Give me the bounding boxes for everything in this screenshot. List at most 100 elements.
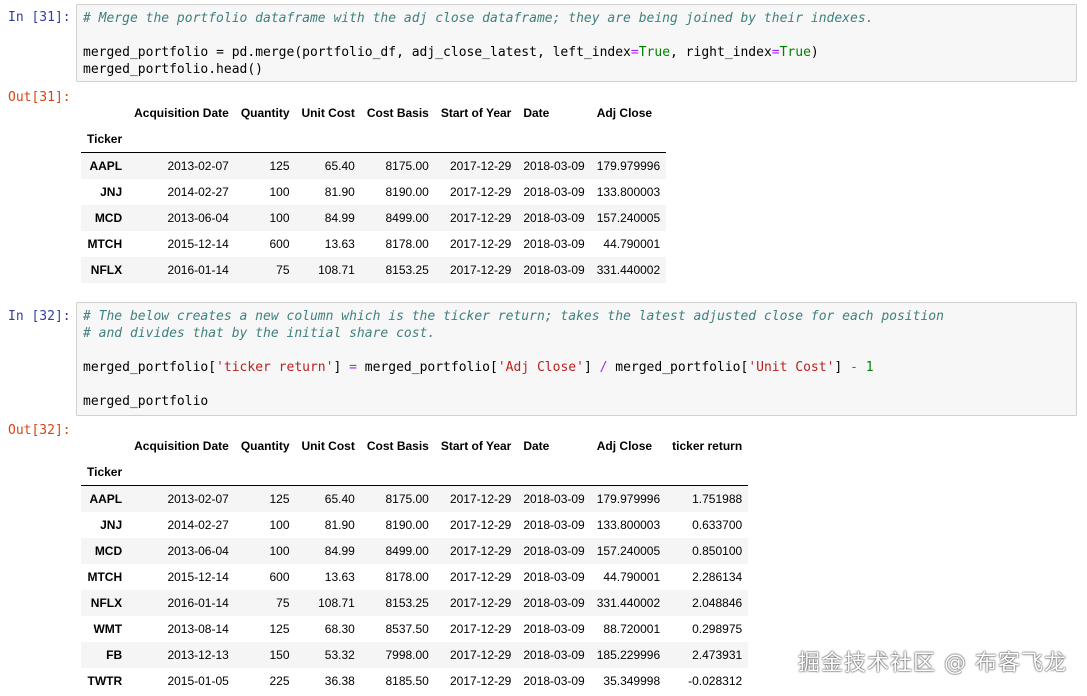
row-index-ticker: JNJ — [100, 518, 123, 532]
table-cell: 53.32 — [324, 648, 355, 662]
table-row: WMT 2013-08-14 125 68.30 8537.50 2017-12-29 20… — [81, 616, 748, 642]
table-cell: 2018-03-09 — [523, 185, 585, 199]
index-name-row: Ticker — [81, 126, 667, 153]
row-index-ticker: JNJ — [100, 185, 123, 199]
table-cell: 44.790001 — [603, 237, 661, 251]
index-name: Ticker — [81, 459, 129, 486]
table-cell: 157.240005 — [596, 211, 661, 225]
table-cell: 2.473931 — [692, 648, 743, 662]
column-header: Cost Basis — [366, 439, 429, 453]
table-cell: 2013-02-07 — [167, 492, 229, 506]
code-token: 1 — [865, 360, 874, 375]
table-row: JNJ 2014-02-27 100 81.90 8190.00 2017-12-29 20… — [81, 179, 666, 205]
table-cell: 100 — [269, 185, 290, 199]
code-line: merged_portfolio — [83, 394, 209, 409]
code-comment: # and divides that by the initial share … — [83, 326, 436, 341]
table-cell: 8153.25 — [385, 596, 429, 610]
table-row: JNJ 2014-02-27 100 81.90 8190.00 2017-12-29 20… — [81, 512, 748, 538]
column-header: Date — [523, 106, 550, 120]
table-cell: 75 — [276, 263, 290, 277]
output-prompt-31: Out[31]: — [8, 90, 71, 105]
blank — [360, 126, 435, 153]
table-row: MCD 2013-06-04 100 84.99 8499.00 2017-12-29 20… — [81, 538, 749, 564]
table-row: TWTR 2015-01-05 225 36.38 8185.50 2017-12-29 2… — [81, 668, 748, 694]
table-cell: 8499.00 — [385, 211, 429, 225]
column-header: Unit Cost — [301, 106, 355, 120]
table-cell: 2017-12-29 — [449, 674, 512, 688]
table-cell: 2018-03-09 — [523, 263, 585, 277]
table-cell: 2013-08-14 — [167, 622, 229, 636]
table-cell: 2017-12-29 — [449, 648, 512, 662]
table-cell: 2017-12-29 — [449, 211, 512, 225]
watermark: 掘金技术社区 @ 布客飞龙 — [798, 651, 1067, 676]
table-cell: 157.240005 — [596, 544, 661, 558]
code-token: = pd.merge(portfolio_df, adj_close_lates… — [216, 45, 631, 60]
table-cell: 331.440002 — [596, 596, 661, 610]
table-cell: 44.790001 — [603, 570, 661, 584]
code-token: = — [349, 360, 357, 375]
code-token: 'ticker return' — [216, 360, 334, 375]
blank — [295, 459, 361, 486]
blank — [590, 459, 667, 486]
table-cell: 8190.00 — [385, 185, 429, 199]
table-cell: 68.30 — [324, 622, 355, 636]
table-cell: 125 — [269, 492, 290, 506]
table-cell: 13.63 — [324, 237, 355, 251]
code-token: merged_portfolio[ — [607, 360, 749, 375]
code-token: ) — [810, 45, 819, 60]
row-index-ticker: TWTR — [87, 674, 123, 688]
table-cell: 8190.00 — [385, 518, 429, 532]
table-cell: 125 — [269, 159, 290, 173]
table-cell: 100 — [269, 211, 290, 225]
table-cell: 2013-06-04 — [167, 211, 229, 225]
dataframe-table-2: Acquisition Date Quantity Unit Cost Cost… — [81, 433, 749, 694]
table-cell: 13.63 — [324, 570, 355, 584]
table-cell: -0.028312 — [688, 674, 743, 688]
table-cell: 75 — [276, 596, 290, 610]
table-cell: 2017-12-29 — [449, 492, 512, 506]
table-row: NFLX 2016-01-14 75 108.71 8153.25 2017-12-29 2… — [81, 590, 749, 616]
table-cell: 2018-03-09 — [523, 570, 585, 584]
table-cell: 2017-12-29 — [449, 518, 512, 532]
table-cell: 84.99 — [324, 211, 355, 225]
table-cell: 7998.00 — [385, 648, 429, 662]
table-cell: 0.850100 — [692, 544, 743, 558]
code-cell-31[interactable]: # Merge the portfolio dataframe with the… — [76, 4, 1077, 82]
code-token: 'Adj Close' — [497, 360, 584, 375]
code-token: merged_portfolio[ — [356, 360, 498, 375]
table-row: AAPL 2013-02-07 125 65.40 8175.00 2017-12-29 2… — [81, 152, 667, 179]
table-cell: 2015-12-14 — [167, 237, 229, 251]
blank — [434, 459, 518, 486]
table-cell: 2018-03-09 — [523, 492, 585, 506]
table-cell: 2017-12-29 — [449, 596, 512, 610]
table-row: FB 2013-12-13 150 53.32 7998.00 2017-12-29 201… — [81, 642, 749, 668]
blank — [517, 459, 591, 486]
table-cell: 2018-03-09 — [523, 159, 585, 173]
table-cell: 8175.00 — [385, 492, 429, 506]
column-header: Quantity — [240, 439, 290, 453]
table-cell: 2014-02-27 — [167, 518, 229, 532]
code-token: - — [850, 360, 858, 375]
table-cell: 88.720001 — [603, 622, 661, 636]
table-cell: 100 — [269, 544, 290, 558]
column-header: Quantity — [240, 106, 290, 120]
table-cell: 81.90 — [324, 185, 355, 199]
table-cell: 8153.25 — [385, 263, 429, 277]
table-cell: 1.751988 — [692, 492, 743, 506]
table-cell: 2015-01-05 — [167, 674, 229, 688]
code-cell-32[interactable]: # The below creates a new column which i… — [76, 302, 1077, 416]
code-token: True — [638, 45, 671, 60]
index-header-blank — [81, 100, 128, 126]
blank — [666, 459, 749, 486]
table-cell: 8175.00 — [385, 159, 429, 173]
table-cell: 8178.00 — [385, 237, 429, 251]
table-cell: 2017-12-29 — [449, 185, 512, 199]
code-token: = — [630, 45, 639, 60]
table-cell: 125 — [269, 622, 290, 636]
blank — [517, 126, 591, 153]
table-cell: 2014-02-27 — [167, 185, 229, 199]
row-index-ticker: MCD — [94, 211, 123, 225]
table-cell: 108.71 — [318, 596, 355, 610]
blank — [434, 126, 518, 153]
